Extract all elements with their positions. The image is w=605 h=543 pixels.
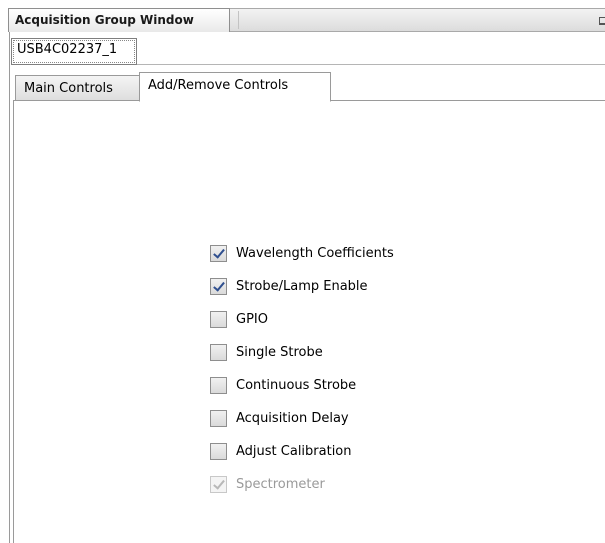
checkbox-label: Adjust Calibration xyxy=(236,444,352,459)
checkbox-single-strobe[interactable]: Single Strobe xyxy=(210,336,394,369)
window-titlebar: Acquisition Group Window xyxy=(8,8,605,32)
checkbox-icon[interactable] xyxy=(210,311,227,328)
minimize-icon[interactable] xyxy=(599,17,605,25)
titlebar-filler xyxy=(238,11,605,29)
controls-checklist: Wavelength Coefficients Strobe/Lamp Enab… xyxy=(210,237,394,501)
checkbox-icon[interactable] xyxy=(210,443,227,460)
checkbox-wavelength-coefficients[interactable]: Wavelength Coefficients xyxy=(210,237,394,270)
checkbox-icon[interactable] xyxy=(210,377,227,394)
acquisition-group-window: Acquisition Group Window USB4C02237_1 Ma… xyxy=(0,0,605,543)
checkbox-label: Acquisition Delay xyxy=(236,411,349,426)
checkbox-continuous-strobe[interactable]: Continuous Strobe xyxy=(210,369,394,402)
checkbox-icon[interactable] xyxy=(210,344,227,361)
checkbox-label: GPIO xyxy=(236,312,268,327)
checkbox-icon[interactable] xyxy=(210,245,227,262)
checkbox-label: Single Strobe xyxy=(236,345,323,360)
checkbox-icon xyxy=(210,476,227,493)
checkbox-icon[interactable] xyxy=(210,410,227,427)
tab-main-controls[interactable]: Main Controls xyxy=(15,75,140,100)
checkbox-label: Strobe/Lamp Enable xyxy=(236,279,368,294)
checkbox-label: Spectrometer xyxy=(236,477,325,492)
tab-device[interactable]: USB4C02237_1 xyxy=(11,38,137,65)
checkbox-acquisition-delay[interactable]: Acquisition Delay xyxy=(210,402,394,435)
window-left-border xyxy=(9,32,10,543)
checkbox-strobe-lamp-enable[interactable]: Strobe/Lamp Enable xyxy=(210,270,394,303)
checkbox-gpio[interactable]: GPIO xyxy=(210,303,394,336)
checkbox-icon[interactable] xyxy=(210,278,227,295)
checkbox-spectrometer: Spectrometer xyxy=(210,468,394,501)
checkbox-adjust-calibration[interactable]: Adjust Calibration xyxy=(210,435,394,468)
checkbox-label: Wavelength Coefficients xyxy=(236,246,394,261)
tab-add-remove-controls[interactable]: Add/Remove Controls xyxy=(139,72,331,102)
checkbox-label: Continuous Strobe xyxy=(236,378,357,393)
window-title[interactable]: Acquisition Group Window xyxy=(8,8,230,32)
